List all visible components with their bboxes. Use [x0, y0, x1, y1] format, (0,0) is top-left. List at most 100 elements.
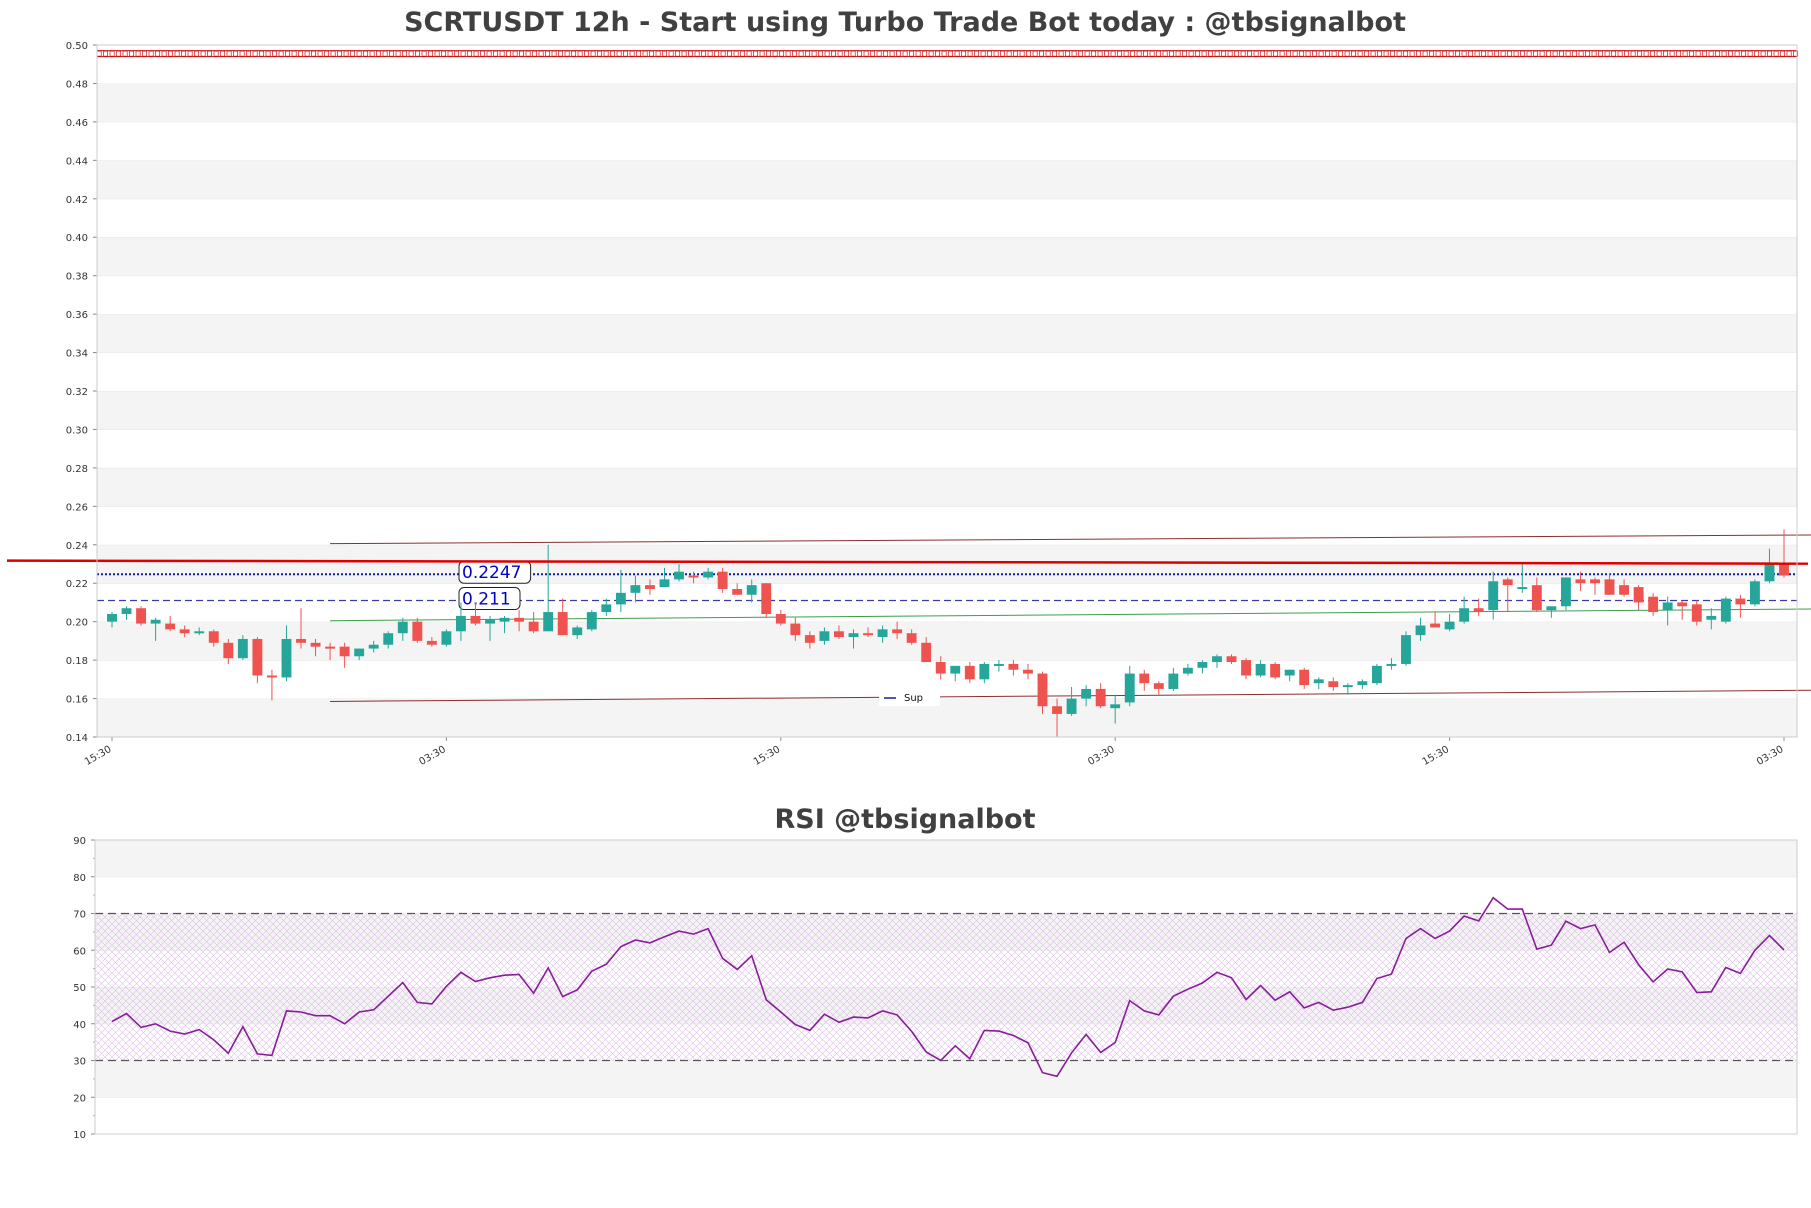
candle-body-up: [1386, 663, 1397, 666]
candle-body-down: [935, 662, 946, 674]
candle-body-down: [1691, 604, 1702, 622]
price-y-tick-label: 0.44: [66, 156, 88, 167]
candle-body-up: [1764, 564, 1775, 582]
candle-body-up: [107, 613, 117, 622]
candle-body-down: [136, 608, 147, 624]
price-x-tick-label: 03:30: [417, 744, 447, 768]
candle-body-down: [732, 588, 743, 595]
candle-body-up: [703, 571, 714, 578]
candle-body-up: [1415, 625, 1426, 636]
candle-body-down: [1037, 673, 1048, 707]
candle-body-down: [325, 646, 336, 649]
candle-body-down: [165, 623, 176, 630]
rsi-y-tick-label: 80: [73, 873, 86, 884]
price-grid-band: [97, 621, 1797, 661]
candle-body-up: [993, 663, 1004, 666]
price-x-tick-label: 15:30: [83, 744, 113, 768]
candle-body-down: [514, 617, 525, 622]
candle-body-up: [1066, 698, 1077, 714]
price-x-tick-label: 03:30: [1755, 744, 1785, 768]
candle-body-up: [979, 663, 990, 680]
candle-body-up: [674, 571, 684, 580]
candle-body-up: [1255, 663, 1266, 676]
price-grid-band: [97, 314, 1797, 353]
candle-body-up: [1488, 581, 1499, 611]
candle-body-down: [775, 613, 786, 624]
candle-body-up: [1546, 606, 1557, 611]
candle-body-down: [834, 631, 844, 638]
support-label: 0.211: [462, 590, 511, 610]
candle-body-down: [921, 642, 932, 663]
candle-body-down: [964, 665, 975, 680]
candle-body-up: [150, 619, 161, 624]
candle-body-down: [761, 583, 772, 614]
price-grid-band: [97, 467, 1797, 507]
candle-body-up: [543, 612, 554, 632]
candle-body-down: [906, 633, 917, 643]
rsi-y-tick-label: 30: [73, 1057, 86, 1068]
candle-body-down: [688, 575, 699, 578]
price-y-tick-label: 0.42: [66, 195, 88, 206]
rsi-grid-bands: [95, 839, 1797, 1134]
price-y-tick-label: 0.30: [66, 425, 88, 436]
rsi-y-tick-label: 50: [73, 983, 86, 994]
candle-body-down: [1226, 656, 1237, 663]
candle-body-down: [1779, 564, 1789, 576]
price-y-tick-label: 0.50: [66, 41, 88, 52]
candle-body-down: [1095, 688, 1106, 707]
price-grid-band: [97, 160, 1797, 199]
rsi-y-tick-label: 60: [73, 946, 86, 957]
price-y-tick-label: 0.28: [66, 464, 88, 475]
candle-body-down: [470, 615, 481, 624]
candle-body-down: [892, 629, 903, 634]
candle-body-down: [1139, 673, 1150, 684]
candle-body-down: [717, 571, 728, 589]
candle-body-down: [412, 621, 423, 641]
rsi-grid-band: [95, 1060, 1797, 1098]
candle-body-up: [1459, 608, 1470, 622]
candle-body-up: [819, 631, 830, 641]
candle-body-up: [499, 617, 510, 622]
candle-body-up: [121, 608, 132, 614]
rsi-panel: RSI @tbsignalbot 10 20 30 40 50 60 70 80 90: [73, 804, 1798, 1141]
price-x-tick-label: 03:30: [1086, 744, 1116, 768]
price-y-tick-label: 0.34: [66, 349, 88, 360]
candle-body-down: [1430, 623, 1441, 628]
candle-body-up: [1197, 662, 1208, 668]
candle-body-up: [601, 604, 612, 613]
candle-body-up: [1313, 679, 1324, 684]
candle-body-up: [1182, 667, 1193, 674]
rsi-y-tick-label: 20: [73, 1093, 86, 1104]
candle-body-up: [354, 648, 365, 657]
candle-body-down: [1299, 669, 1310, 686]
candle-body-up: [848, 633, 859, 638]
candle-body-up: [1212, 656, 1222, 663]
candle-body-down: [266, 675, 277, 678]
candle-body-up: [615, 592, 626, 605]
candle-body-down: [1241, 660, 1251, 676]
candle-body-up: [441, 631, 452, 645]
rsi-y-axis: 10 20 30 40 50 60 70 80 90: [73, 836, 95, 1141]
candle-body-up: [397, 621, 408, 634]
price-y-tick-label: 0.18: [66, 656, 88, 667]
candle-body-down: [557, 612, 568, 636]
candle-body-down: [1153, 683, 1164, 689]
rsi-neutral-zone: [95, 913, 1797, 1061]
price-grid-band: [97, 506, 1797, 545]
candle-body-up: [572, 627, 583, 636]
price-x-tick-label: 15:30: [752, 744, 782, 768]
candle-body-up: [194, 631, 205, 634]
candle-body-up: [368, 644, 379, 649]
rsi-y-tick-label: 70: [73, 910, 86, 921]
candle-body-down: [790, 623, 801, 636]
candle-body-up: [1284, 669, 1295, 676]
price-grid-band: [97, 391, 1797, 430]
candle-body-up: [1749, 581, 1760, 605]
candle-body-down: [296, 638, 306, 643]
candle-body-down: [223, 642, 234, 659]
candle-body-up: [281, 638, 292, 678]
candle-body-down: [1677, 602, 1688, 607]
candle-body-down: [1575, 579, 1586, 584]
candle-body-down: [208, 631, 219, 643]
price-y-tick-label: 0.24: [66, 541, 88, 552]
